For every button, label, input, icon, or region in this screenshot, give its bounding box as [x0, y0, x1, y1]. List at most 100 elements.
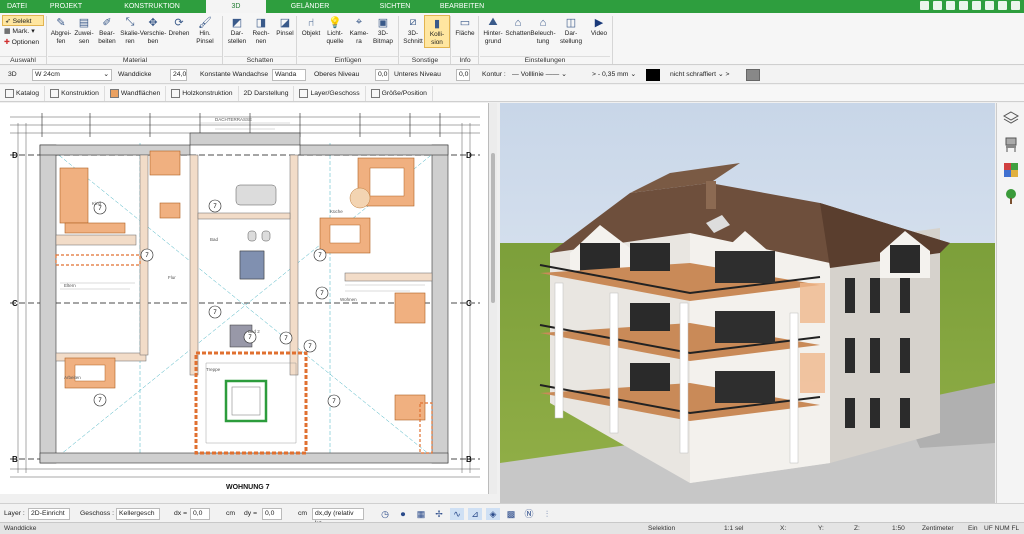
status-ein: Ein [968, 525, 978, 532]
floor-plan-drawing[interactable]: D DC CB B DACHTERRASSE Kind Bad Flur Eltern… [0, 103, 489, 494]
menu-tab-datei[interactable]: DATEI [0, 0, 34, 13]
chevron-down-icon: ⌄ [103, 71, 109, 78]
layers-icon[interactable] [1002, 109, 1020, 127]
pin-icon[interactable]: ⫶ [540, 508, 554, 520]
minimize-icon[interactable] [998, 1, 1007, 10]
ribbon-button-6[interactable]: 🖌 Hin. Pinsel [192, 15, 218, 46]
help-icon[interactable] [985, 1, 994, 10]
tab-katalog[interactable]: Katalog [0, 85, 46, 101]
ribbon-divider [612, 16, 613, 64]
scrollbar-thumb[interactable] [491, 153, 495, 303]
menu-tab-gelaender[interactable]: GELÄNDER [266, 0, 354, 13]
menu-tab-projekt[interactable]: PROJEKT [34, 0, 98, 13]
grid-icon[interactable]: ▩ [504, 508, 518, 520]
3d-view[interactable] [500, 103, 995, 503]
layer-3d-icon[interactable]: ◈ [486, 508, 500, 520]
dx-input[interactable]: 0,0 [190, 508, 210, 520]
ribbon-button-15[interactable]: ▮ Kolli- sion [424, 15, 450, 48]
3d-side-panel [996, 103, 1024, 503]
ribbon-button-11[interactable]: 💡 Licht- quelle [322, 15, 348, 46]
move-icon: ✥ [148, 17, 158, 29]
wandachse-label: Konstante Wandachse [200, 71, 269, 78]
color-swatch-black[interactable] [646, 69, 660, 81]
tab-konstruktion[interactable]: Konstruktion [45, 85, 105, 101]
axis-label-right: B [466, 455, 472, 464]
ribbon-button-label: 3D- Bitmap [373, 30, 393, 45]
kontur-label: Kontur : [482, 71, 506, 78]
settings-icon[interactable] [972, 1, 981, 10]
snap-angle-icon[interactable]: ⊿ [468, 508, 482, 520]
lightbulb-icon: 💡 [328, 17, 342, 29]
optionen-button[interactable]: ✚ Optionen [2, 37, 44, 48]
ribbon-button-18[interactable]: ⌂ Schatten [505, 15, 531, 38]
tab-groesse-position[interactable]: Größe/Position [366, 85, 433, 101]
axis-label-right: D [466, 151, 472, 160]
wall-type-select[interactable]: W 24cm ⌄ [32, 69, 112, 81]
geschoss-select[interactable]: Kellergesch [116, 508, 160, 520]
snap-point-icon[interactable]: ✢ [432, 508, 446, 520]
plan-top-label: DACHTERRASSE [215, 117, 252, 122]
ribbon-button-8[interactable]: ◨ Rech- nen [248, 15, 274, 46]
bitmap-icon: ▣ [377, 17, 389, 29]
ribbon-button-19[interactable]: ⌂ Beleuch- tung [530, 15, 556, 46]
ribbon-button-4[interactable]: ✥ Verschie- ben [140, 15, 167, 46]
ribbon-button-16[interactable]: ▭ Fläche [452, 15, 478, 38]
ribbon-button-12[interactable]: ⌖ Kame- ra [346, 15, 372, 46]
floor-plan-view[interactable]: DDCCBB DACHTERRASSE Kind Bad Flur Eltern… [0, 103, 489, 494]
ribbon-button-9[interactable]: ◪ Pinsel [272, 15, 298, 38]
color-swatch-gray[interactable] [746, 69, 760, 81]
tab-layer-geschoss[interactable]: Layer/Geschoss [294, 85, 366, 101]
ribbon-button-7[interactable]: ◩ Dar- stellen [224, 15, 250, 46]
ribbon-button-13[interactable]: ▣ 3D- Bitmap [370, 15, 396, 46]
3d-building-render[interactable] [500, 103, 995, 503]
window [715, 371, 775, 403]
tree-icon[interactable] [1002, 187, 1020, 205]
thickness-select[interactable]: > - 0,35 mm ⌄ [592, 69, 636, 81]
layer-select[interactable]: 2D-Einricht [28, 508, 70, 520]
ribbon-button-label: Schatten [505, 30, 531, 37]
menu-tab-bearbeiten[interactable]: BEARBEITEN [436, 0, 488, 13]
snap-line-icon[interactable]: ∿ [450, 508, 464, 520]
north-icon[interactable]: Ⓝ [522, 508, 536, 520]
paint-icon[interactable] [920, 1, 929, 10]
menu-tab-sichten[interactable]: SICHTEN [354, 0, 436, 13]
record-icon[interactable]: ⏺ [396, 508, 410, 520]
oberes-niveau-input[interactable]: 0,0 [375, 69, 389, 81]
cursor-icon: ➶ [5, 18, 13, 25]
copy-icon[interactable] [946, 1, 955, 10]
chair-icon: ⑁ [307, 16, 315, 29]
selekt-button[interactable]: ➶ Selekt [2, 15, 44, 26]
dy-input[interactable]: 0,0 [262, 508, 282, 520]
ribbon-button-5[interactable]: ⟳ Drehen [166, 15, 192, 38]
coordinate-mode-select[interactable]: dx,dy (relativ ka [312, 508, 364, 527]
kontur-select[interactable]: — Volllinie —— ⌄ [512, 69, 584, 81]
tab-holzkonstruktion[interactable]: Holzkonstruktion [166, 85, 239, 101]
thickness-value: 0,35 mm [602, 71, 629, 78]
folder-icon[interactable] [959, 1, 968, 10]
unteres-niveau-input[interactable]: 0,0 [456, 69, 470, 81]
ribbon-button-10[interactable]: ⑁ Objekt [298, 15, 324, 38]
menu-tab-konstruktion[interactable]: KONSTRUKTION [98, 0, 206, 13]
mark-button[interactable]: ▦ Mark. ▾ [2, 26, 44, 37]
menu-tab-3d[interactable]: 3D [206, 0, 266, 13]
ribbon-button-21[interactable]: ▶ Video [586, 15, 612, 38]
ribbon-button-14[interactable]: ⧄ 3D- Schnitt [400, 15, 426, 46]
status-bar: Wanddicke Selektion 1:1 sel X: Y: Z: 1:5… [0, 522, 1024, 534]
ribbon-button-17[interactable]: ⛰ Hinter- grund [480, 15, 506, 46]
snap-grid-icon[interactable]: ▦ [414, 508, 428, 520]
tab-wandflaechen[interactable]: Wandflächen [105, 85, 167, 101]
tab-2d-darstellung[interactable]: 2D Darstellung [239, 85, 295, 101]
edit-pen-icon: ✐ [102, 17, 112, 29]
room-label-arbeiten: Arbeiten [64, 375, 81, 380]
hatch-select[interactable]: nicht schraffiert ⌄ > [670, 69, 729, 81]
plan-scrollbar[interactable] [489, 103, 497, 494]
wanddicke-input[interactable]: 24,0 [170, 69, 187, 81]
wandachse-value: Wanda [275, 71, 297, 78]
chair-icon[interactable] [1002, 135, 1020, 153]
ribbon-button-20[interactable]: ◫ Dar- stellung [558, 15, 584, 46]
material-palette-icon[interactable] [1002, 161, 1020, 179]
clock-icon[interactable]: ◷ [378, 508, 392, 520]
wandachse-select[interactable]: Wanda [272, 69, 306, 81]
close-icon[interactable] [1011, 1, 1020, 10]
save-icon[interactable] [933, 1, 942, 10]
